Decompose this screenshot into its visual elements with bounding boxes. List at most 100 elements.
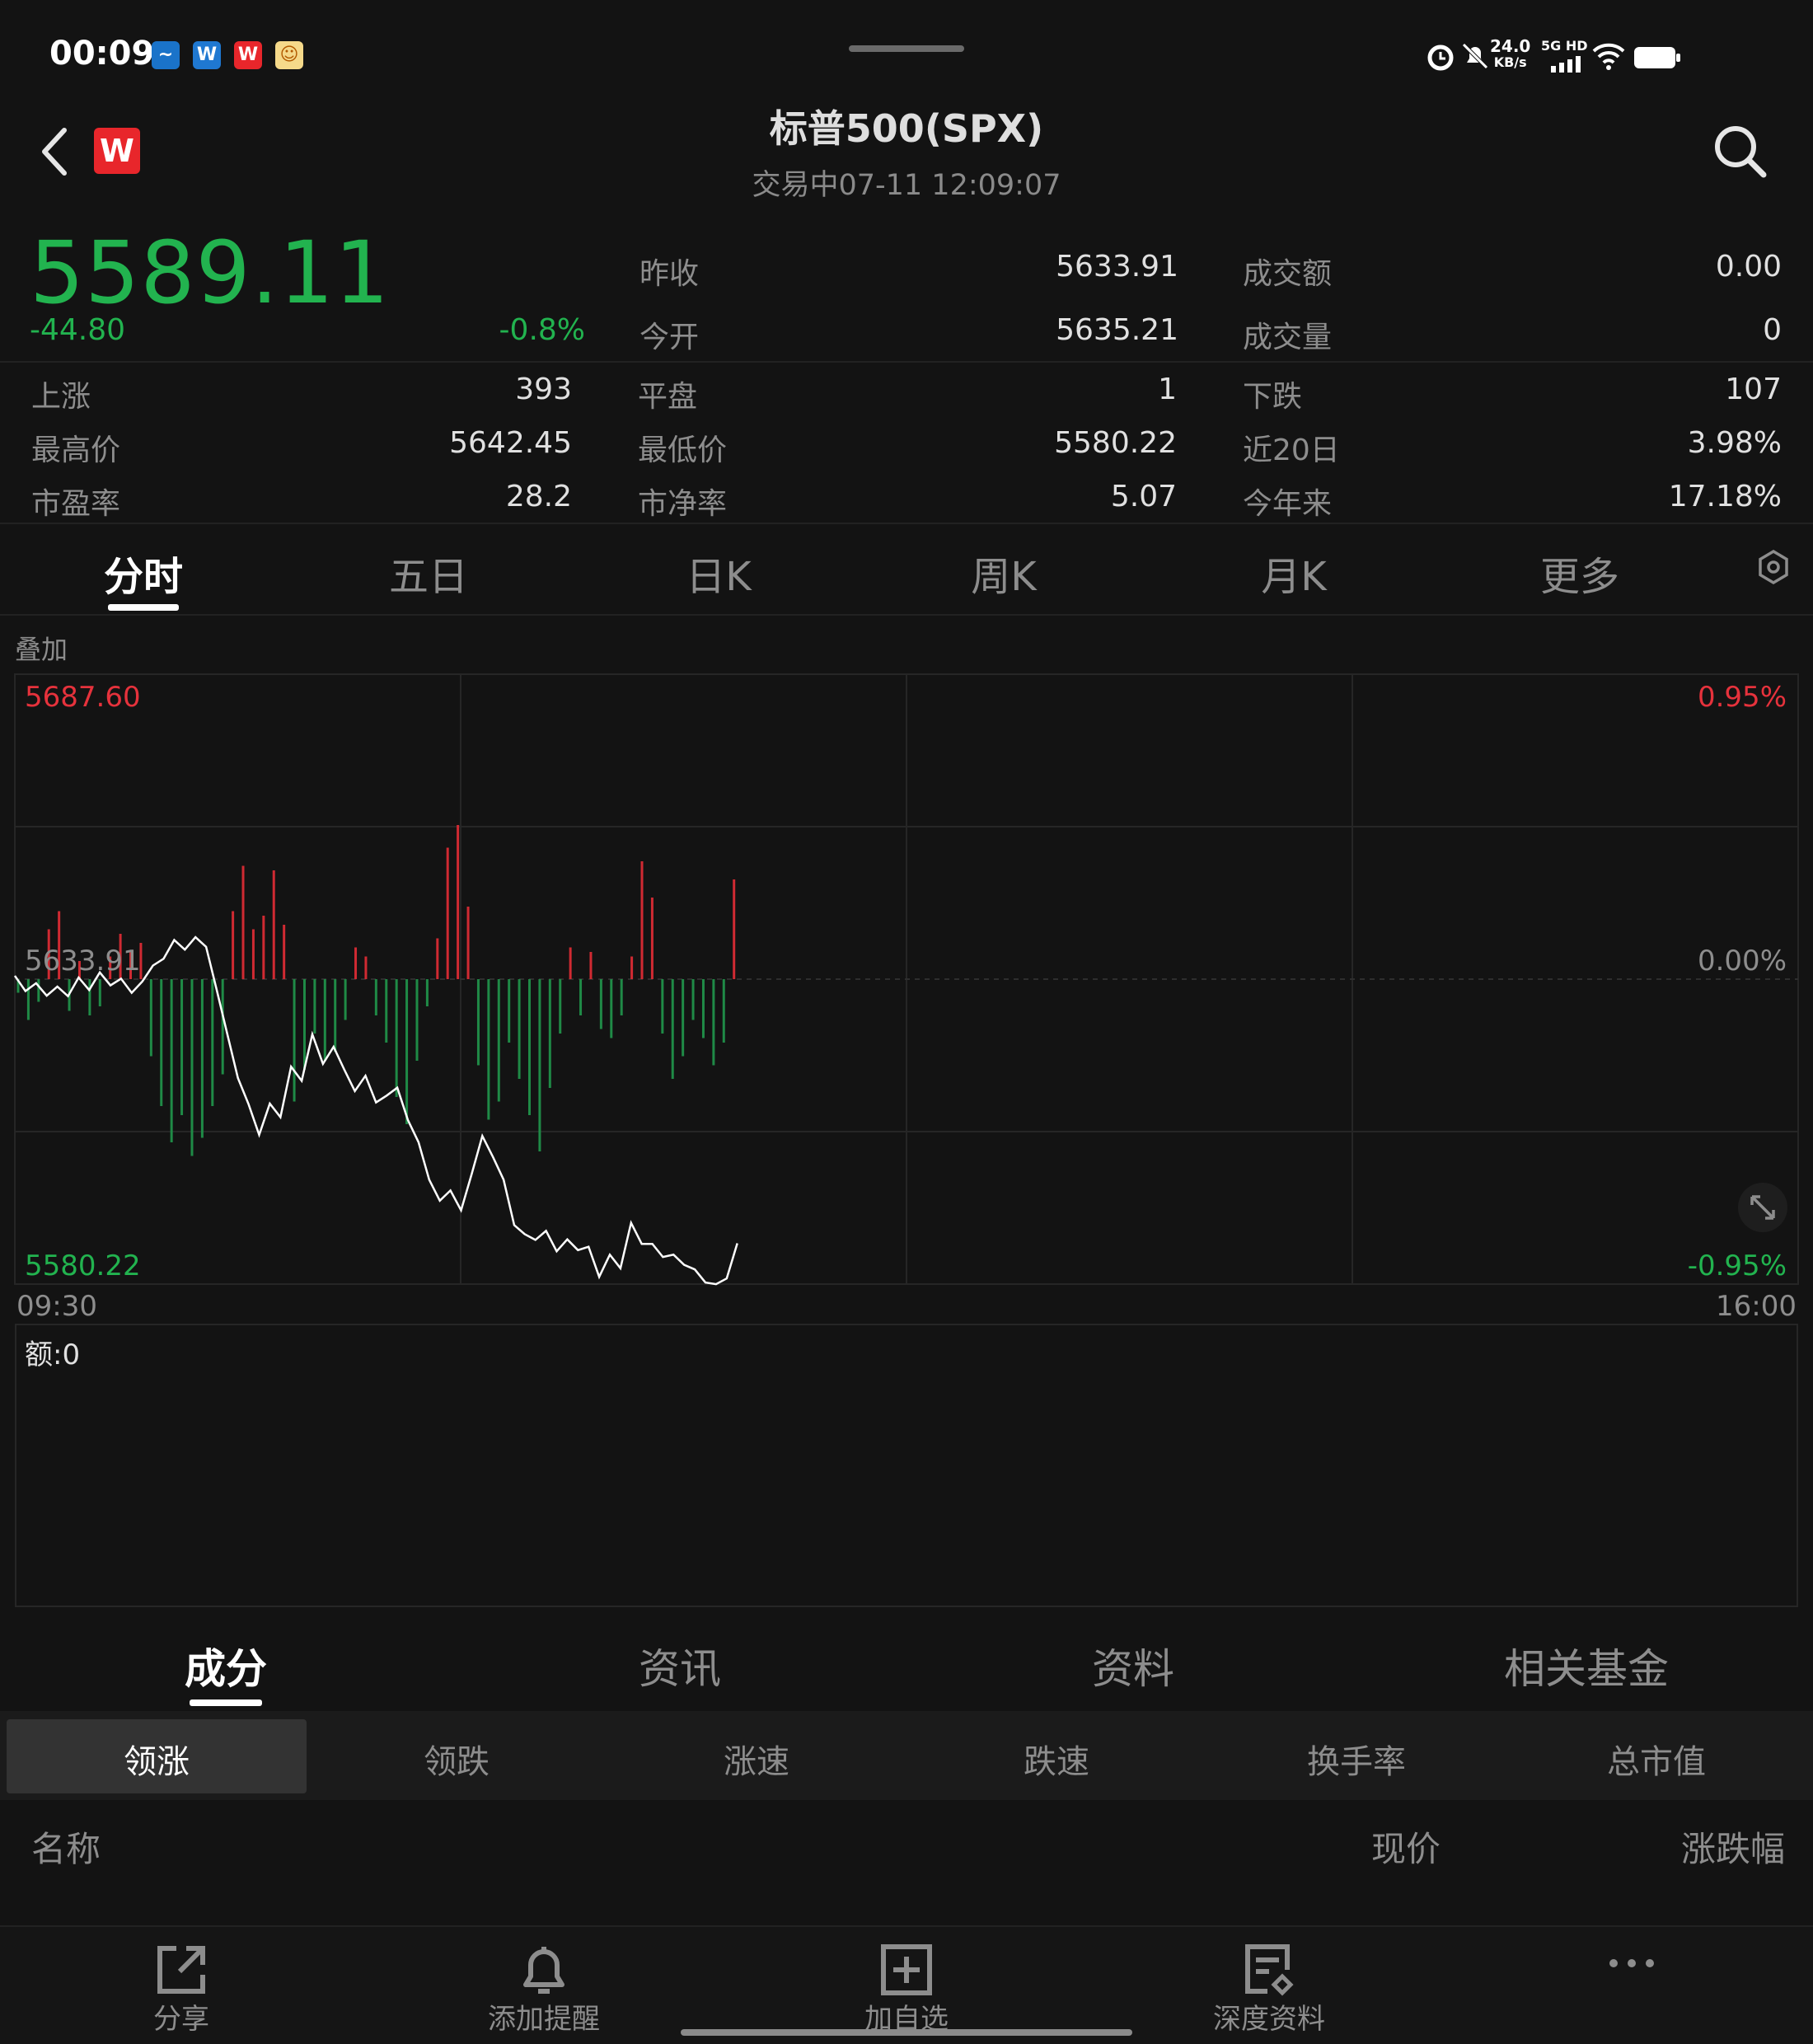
y-axis-max: 5687.60 <box>25 681 141 714</box>
sort-top-losers[interactable]: 领跌 <box>307 1735 607 1783</box>
volume-bar <box>538 979 541 1151</box>
price-change: -44.80 <box>30 313 126 347</box>
field-value: 393 <box>515 373 572 406</box>
add-alert-button[interactable]: 添加提醒 <box>420 1996 668 2037</box>
pct-axis-mid: 0.00% <box>1698 945 1787 977</box>
volume-bar <box>302 979 306 1070</box>
column-header-price[interactable]: 现价 <box>1371 1821 1441 1872</box>
network-speed: 24.0 KB/s <box>1490 38 1530 71</box>
volume-bar <box>283 925 286 979</box>
volume-bar <box>691 979 695 1020</box>
active-tab-indicator <box>190 1699 262 1706</box>
intraday-chart[interactable]: 5687.60 5633.91 5580.22 0.95% 0.00% -0.9… <box>0 659 1813 1286</box>
volume-bar <box>599 979 602 1029</box>
volume-bar <box>221 979 224 1075</box>
sort-rising-speed[interactable]: 涨速 <box>607 1735 906 1783</box>
volume-bar <box>589 952 593 979</box>
volume-bar <box>232 911 235 979</box>
volume-bar <box>293 979 296 1102</box>
tab-daily-k[interactable]: 日K <box>616 544 822 602</box>
field-label: 昨收 <box>639 257 700 291</box>
active-tab-indicator <box>108 604 179 611</box>
volume-bar <box>354 947 358 979</box>
sort-falling-speed[interactable]: 跌速 <box>906 1735 1206 1783</box>
pct-axis-min: -0.95% <box>1688 1249 1787 1282</box>
volume-bar <box>701 979 705 1038</box>
volume-bar <box>508 979 511 1043</box>
tab-intraday[interactable]: 分时 <box>40 544 246 602</box>
column-header-name: 名称 <box>31 1829 101 1869</box>
share-button[interactable]: 分享 <box>58 1996 305 2037</box>
field-label: 上涨 <box>31 380 91 414</box>
tab-profile[interactable]: 资料 <box>1010 1636 1257 1695</box>
home-indicator[interactable] <box>681 2029 1132 2036</box>
field-label: 下跌 <box>1243 380 1303 414</box>
volume-bar <box>466 907 470 979</box>
battery-icon <box>1634 47 1680 68</box>
wifi-icon <box>1592 43 1625 70</box>
volume-bar <box>457 825 460 979</box>
volume-bar <box>323 979 326 1061</box>
field-label: 市盈率 <box>31 487 121 521</box>
y-axis-min: 5580.22 <box>25 1249 141 1282</box>
tab-news[interactable]: 资讯 <box>556 1636 803 1695</box>
tab-constituents[interactable]: 成分 <box>102 1636 349 1695</box>
chart-settings-icon[interactable] <box>1755 549 1792 585</box>
volume-bar <box>37 979 40 1002</box>
volume-bar <box>272 870 275 979</box>
volume-bar <box>425 979 429 1006</box>
tab-five-day[interactable]: 五日 <box>326 544 532 602</box>
field-label: 最低价 <box>638 434 728 467</box>
page-title: 标普500(SPX) <box>769 106 1044 151</box>
tab-more[interactable]: 更多 <box>1477 544 1683 602</box>
volume-bar <box>671 979 674 1079</box>
fullscreen-icon[interactable] <box>1738 1183 1787 1232</box>
volume-bar <box>436 938 439 979</box>
volume-bar <box>610 979 613 1038</box>
deep-data-button[interactable]: 深度资料 <box>1145 1996 1393 2037</box>
tab-monthly-k[interactable]: 月K <box>1191 544 1397 602</box>
volume-bar <box>200 979 204 1138</box>
volume-label: 额:0 <box>25 1338 81 1371</box>
more-icon[interactable] <box>1599 1937 1665 2003</box>
field-value: 5.07 <box>1110 480 1177 513</box>
mute-icon <box>1462 43 1488 69</box>
window-drag-handle[interactable] <box>849 45 964 52</box>
volume-bar <box>446 847 449 979</box>
alarm-icon <box>1427 45 1454 71</box>
volume-bar <box>722 979 725 1043</box>
share-icon[interactable] <box>148 1937 214 2003</box>
price-change-percent: -0.8% <box>499 313 585 347</box>
search-icon[interactable] <box>1711 122 1770 181</box>
volume-bar <box>262 916 265 979</box>
volume-bar <box>487 979 490 1120</box>
pct-axis-max: 0.95% <box>1698 681 1787 714</box>
volume-bar <box>733 879 736 979</box>
app-notification-icon: ~ <box>152 41 180 69</box>
volume-bar <box>251 929 255 979</box>
volume-bar <box>160 979 163 1106</box>
sort-turnover[interactable]: 换手率 <box>1206 1735 1506 1783</box>
report-icon[interactable] <box>1236 1937 1302 2003</box>
tab-weekly-k[interactable]: 周K <box>901 544 1107 602</box>
chart-grid <box>15 674 1798 1284</box>
volume-bar <box>211 979 214 1106</box>
volume-panel <box>15 1324 1798 1607</box>
app-notification-icon: ☺ <box>275 41 303 69</box>
add-watchlist-icon[interactable] <box>874 1937 939 2003</box>
tab-related-funds[interactable]: 相关基金 <box>1463 1636 1710 1695</box>
volume-bar <box>682 979 685 1057</box>
column-header-change[interactable]: 涨跌幅 <box>1681 1821 1785 1872</box>
sort-top-gainers[interactable]: 领涨 <box>7 1735 307 1783</box>
field-value: 17.18% <box>1668 480 1782 513</box>
volume-bar <box>579 979 583 1015</box>
field-value: 3.98% <box>1687 426 1782 460</box>
sort-market-cap[interactable]: 总市值 <box>1506 1735 1806 1783</box>
field-label: 成交量 <box>1243 321 1333 354</box>
divider <box>0 614 1813 616</box>
y-axis-mid: 5633.91 <box>25 945 141 977</box>
field-value: 0.00 <box>1715 250 1782 284</box>
bell-icon[interactable] <box>511 1937 577 2003</box>
volume-bar <box>385 979 388 1043</box>
volume-bar <box>98 979 101 1006</box>
